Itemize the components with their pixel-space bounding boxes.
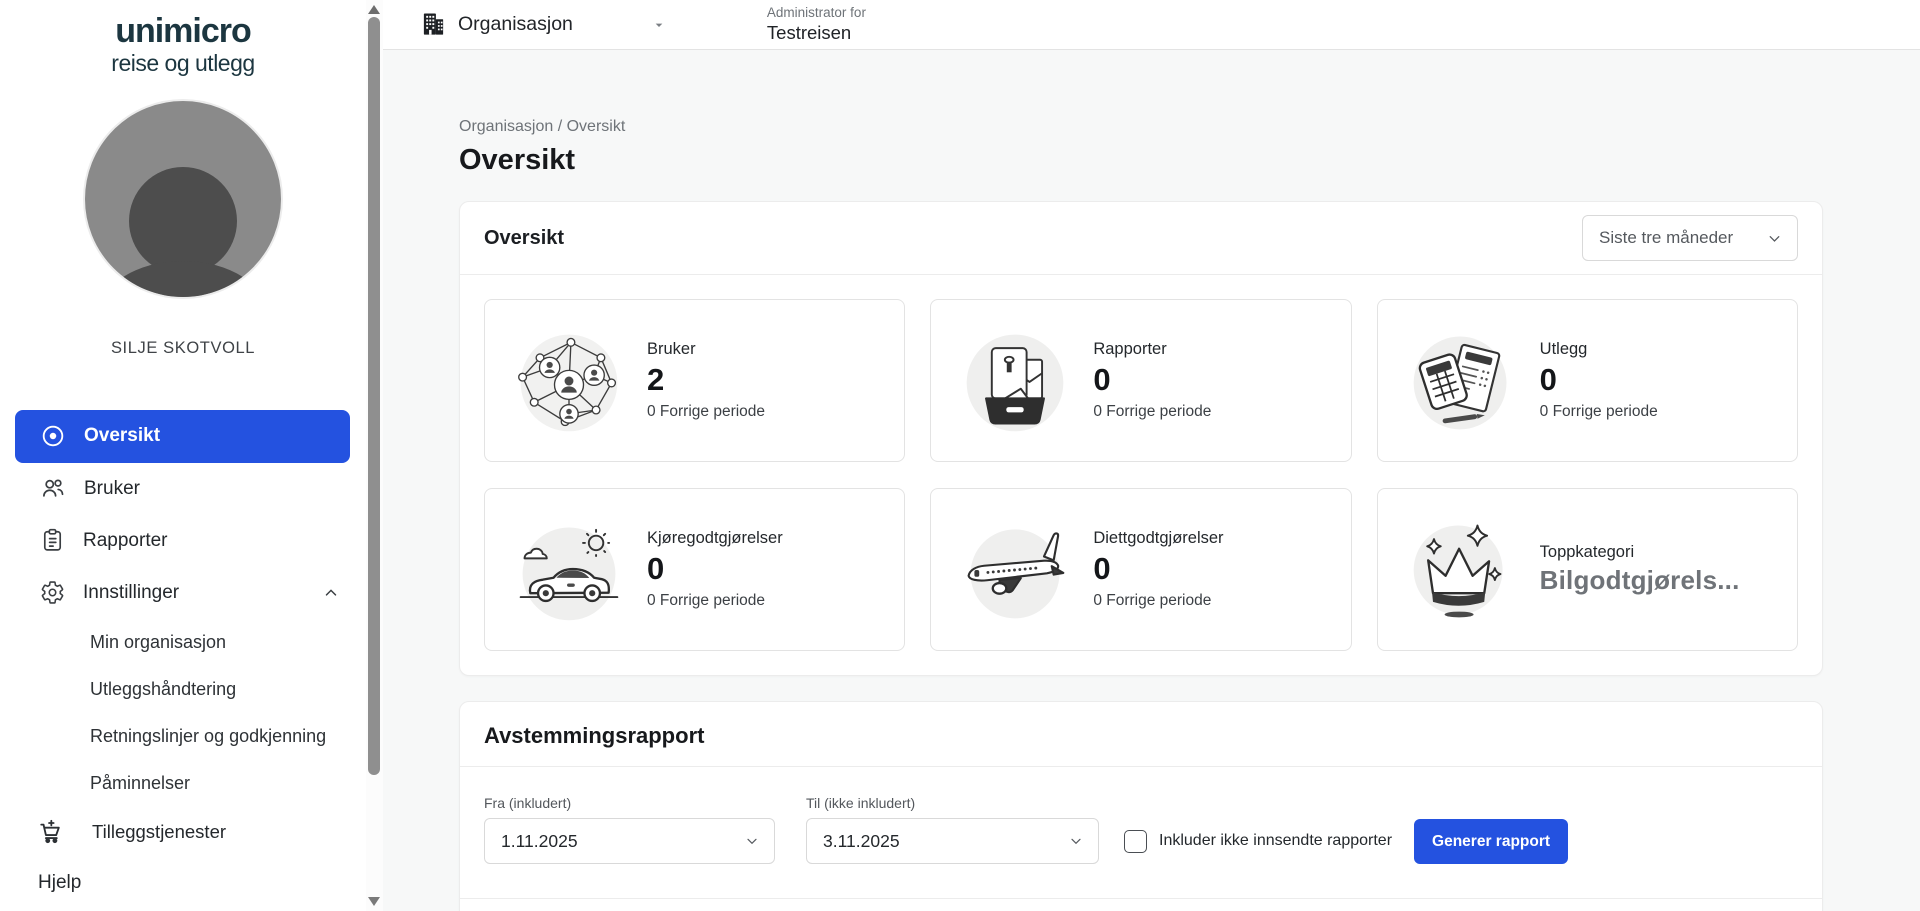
eye-icon [40, 423, 66, 449]
scrollbar-thumb[interactable] [368, 17, 380, 775]
caret-down-icon [651, 17, 667, 33]
sidebar-item-tilleggstjenester[interactable]: Tilleggstjenester [0, 807, 366, 857]
stat-tile-rapporter: Rapporter 0 0 Forrige periode [930, 299, 1351, 462]
sidebar-item-paminnelser[interactable]: Påminnelser [0, 760, 366, 807]
admin-for-label: Administrator for [767, 5, 866, 22]
generate-report-button[interactable]: Generer rapport [1414, 819, 1568, 864]
tile-label: Kjøregodtgjørelser [647, 529, 783, 548]
sidebar-item-label: Bruker [84, 478, 140, 500]
sidebar-nav: Oversikt Bruker [0, 410, 366, 909]
to-date-label: Til (ikke inkludert) [806, 795, 1099, 811]
tile-previous-period: 0 Forrige periode [647, 403, 765, 421]
chevron-down-icon [1766, 230, 1783, 247]
stat-tile-kjoregodtgjorelser: Kjøregodtgjørelser 0 0 Forrige periode [484, 488, 905, 651]
breadcrumb[interactable]: Organisasjon / Oversikt [459, 118, 1823, 136]
gear-icon [40, 580, 65, 605]
tile-label: Rapporter [1093, 340, 1211, 359]
include-unsubmitted-checkbox[interactable] [1124, 830, 1147, 853]
to-date-select[interactable]: 3.11.2025 [806, 818, 1099, 864]
stat-tile-utlegg: Utlegg 0 0 Forrige periode [1377, 299, 1798, 462]
scrollbar-up-arrow[interactable] [368, 5, 380, 14]
sidebar-item-retningslinjer[interactable]: Retningslinjer og godkjenning [0, 713, 366, 760]
page-title: Oversikt [459, 144, 1823, 177]
main-area: Organisasjon Administrator for Testreise… [383, 0, 1920, 911]
tile-previous-period: 0 Forrige periode [647, 592, 783, 610]
admin-context: Administrator for Testreisen [767, 5, 866, 45]
avatar-head-shape [129, 167, 237, 275]
sidebar-item-bruker[interactable]: Bruker [0, 463, 366, 515]
tile-previous-period: 0 Forrige periode [1540, 403, 1658, 421]
sidebar-item-label: Tilleggstjenester [92, 821, 226, 843]
chevron-down-icon [1068, 833, 1084, 849]
tile-label: Diettgodtgjørelser [1093, 529, 1223, 548]
from-date-value: 1.11.2025 [501, 831, 578, 852]
tile-value-truncated: Bilgodtgjørels... [1540, 565, 1740, 596]
tile-label: Bruker [647, 340, 765, 359]
calculator-receipt-illustration [1404, 321, 1520, 441]
logo: unimicro reise og utlegg [0, 0, 366, 77]
sidebar-item-innstillinger[interactable]: Innstillinger [0, 567, 366, 619]
organisation-switcher[interactable]: Organisasjon [421, 12, 667, 37]
page-content: Organisasjon / Oversikt Oversikt Oversik… [383, 50, 1920, 911]
chevron-up-icon [322, 584, 340, 602]
period-filter-value: Siste tre måneder [1599, 228, 1733, 248]
chevron-down-icon [744, 833, 760, 849]
logo-subtitle: reise og utlegg [0, 50, 366, 77]
reconciliation-form: Fra (inkludert) 1.11.2025 Til (ikke inkl… [460, 767, 1822, 864]
sidebar-item-min-organisasjon[interactable]: Min organisasjon [0, 619, 366, 666]
from-date-select[interactable]: 1.11.2025 [484, 818, 775, 864]
user-name: SILJE SKOTVOLL [0, 339, 366, 358]
airplane-illustration [957, 510, 1073, 630]
network-people-illustration [511, 321, 627, 441]
tile-previous-period: 0 Forrige periode [1093, 403, 1211, 421]
sidebar-item-label: Rapporter [83, 530, 168, 552]
tile-value: 0 [1093, 362, 1211, 398]
app-window: unimicro reise og utlegg SILJE SKOTVOLL … [0, 0, 1920, 911]
tile-value: 0 [647, 551, 783, 587]
sidebar-item-oversikt[interactable]: Oversikt [15, 410, 350, 463]
topbar: Organisasjon Administrator for Testreise… [383, 0, 1920, 50]
stat-tile-grid: Bruker 2 0 Forrige periode [460, 275, 1822, 675]
users-icon [40, 476, 66, 502]
scrollbar-down-arrow[interactable] [368, 897, 380, 906]
overview-card: Oversikt Siste tre måneder [459, 201, 1823, 676]
divider [460, 898, 1822, 899]
vertical-scrollbar[interactable] [366, 0, 383, 911]
stat-tile-toppkategori: Toppkategori Bilgodtgjørels... [1377, 488, 1798, 651]
inbox-envelopes-illustration [957, 321, 1073, 441]
tile-label: Toppkategori [1540, 543, 1740, 562]
avatar-body-shape [98, 261, 268, 298]
admin-org-name: Testreisen [767, 21, 866, 44]
stat-tile-bruker: Bruker 2 0 Forrige periode [484, 299, 905, 462]
sidebar-item-utleggshandtering[interactable]: Utleggshåndtering [0, 666, 366, 713]
reconciliation-card: Avstemmingsrapport Fra (inkludert) 1.11.… [459, 701, 1823, 911]
sidebar-item-rapporter[interactable]: Rapporter [0, 515, 366, 567]
tile-value: 2 [647, 362, 765, 398]
crown-illustration [1404, 510, 1520, 630]
reconciliation-title: Avstemmingsrapport [460, 702, 1822, 766]
avatar [83, 99, 283, 299]
from-date-label: Fra (inkludert) [484, 795, 775, 811]
car-illustration [511, 510, 627, 630]
sidebar-item-label: Innstillinger [83, 582, 179, 604]
tile-label: Utlegg [1540, 340, 1658, 359]
sidebar-item-hjelp[interactable]: Hjelp [0, 857, 366, 909]
period-filter-select[interactable]: Siste tre måneder [1582, 215, 1798, 261]
organisation-label: Organisasjon [458, 13, 573, 36]
tile-previous-period: 0 Forrige periode [1093, 592, 1223, 610]
tile-value: 0 [1093, 551, 1223, 587]
to-date-value: 3.11.2025 [823, 831, 900, 852]
cart-plus-icon [38, 819, 64, 845]
stat-tile-diettgodtgjorelser: Diettgodtgjørelser 0 0 Forrige periode [930, 488, 1351, 651]
overview-card-title: Oversikt [484, 227, 564, 250]
include-unsubmitted-label: Inkluder ikke innsendte rapporter [1159, 832, 1392, 850]
tile-value: 0 [1540, 362, 1658, 398]
building-icon [421, 12, 446, 37]
sidebar-item-label: Oversikt [84, 425, 160, 447]
sidebar: unimicro reise og utlegg SILJE SKOTVOLL … [0, 0, 366, 911]
logo-title: unimicro [0, 14, 366, 50]
clipboard-icon [40, 528, 65, 553]
